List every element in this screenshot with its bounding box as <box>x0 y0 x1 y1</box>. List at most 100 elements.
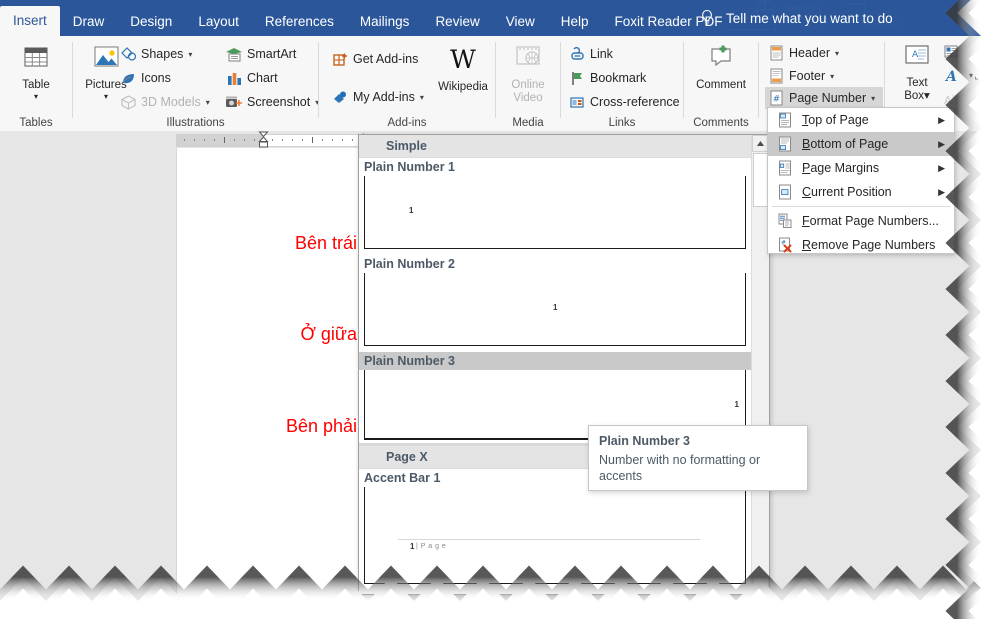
page-number-dropdown-menu: Top of Page ▶ Bottom of Page ▶ Page Marg… <box>767 107 955 254</box>
preview-page-number: 1 <box>409 206 413 215</box>
bookmark-button[interactable]: Bookmark <box>568 67 646 89</box>
tab-view[interactable]: View <box>493 8 548 36</box>
remove-page-numbers-icon: # <box>774 235 796 255</box>
chart-button[interactable]: Chart <box>225 67 278 89</box>
ribbon-tabs: Insert Draw Design Layout References Mai… <box>0 0 736 36</box>
get-addins-button[interactable]: Get Add-ins <box>331 48 418 70</box>
current-position-icon <box>774 182 796 202</box>
document-line-3: Bên phải <box>286 416 357 437</box>
tab-label: Insert <box>13 13 47 28</box>
lightbulb-icon <box>700 9 714 27</box>
my-addins-label: My Add-ins <box>353 90 415 104</box>
page-margins-icon <box>774 158 796 178</box>
tooltip-body: Number with no formatting or accents <box>599 452 797 484</box>
shapes-label: Shapes <box>141 47 183 61</box>
tab-draw[interactable]: Draw <box>60 8 118 36</box>
menu-item-label: Current Position <box>802 185 892 199</box>
gallery-item-tooltip: Plain Number 3 Number with no formatting… <box>588 425 808 491</box>
shapes-button[interactable]: Shapes ▾ <box>119 43 192 65</box>
3d-models-button[interactable]: 3D Models ▾ <box>119 91 210 113</box>
tell-me-search[interactable]: Tell me what you want to do <box>700 0 893 36</box>
tab-help[interactable]: Help <box>548 8 602 36</box>
group-label-links: Links <box>561 117 683 129</box>
text-box-label-line1: Text <box>906 77 927 89</box>
cross-reference-icon <box>568 94 586 110</box>
top-of-page-icon <box>774 110 796 130</box>
horizontal-ruler[interactable]: 1 <box>176 131 372 148</box>
indent-markers[interactable] <box>258 131 268 148</box>
page-number-button[interactable]: # Page Number ▾ <box>765 87 883 109</box>
menu-item-top-of-page[interactable]: Top of Page ▶ <box>768 108 954 132</box>
tab-label: Help <box>561 14 589 29</box>
signature-line-button[interactable] <box>973 40 995 62</box>
chevron-down-icon: ▾ <box>835 49 839 58</box>
menu-item-label: Bottom of Page <box>802 137 888 151</box>
comment-label: Comment <box>696 79 746 91</box>
chevron-right-icon: ▶ <box>938 139 945 150</box>
icons-button[interactable]: Icons <box>119 67 171 89</box>
scroll-down-icon[interactable] <box>752 577 769 594</box>
wordart-button[interactable]: A ▾ <box>942 64 973 86</box>
tab-layout[interactable]: Layout <box>185 8 252 36</box>
bottom-of-page-icon <box>774 134 796 154</box>
icons-label: Icons <box>141 71 171 85</box>
format-page-numbers-icon <box>774 211 796 231</box>
page-number-label: Page Number <box>789 91 866 105</box>
online-video-label-line2: Video <box>513 92 542 104</box>
my-addins-button[interactable]: My Add-ins ▾ <box>331 86 424 108</box>
tab-review[interactable]: Review <box>422 8 492 36</box>
wikipedia-button[interactable]: W Wikipedia <box>432 44 494 94</box>
header-label: Header <box>789 46 830 60</box>
comment-button[interactable]: Comment <box>692 44 750 92</box>
table-label: Table <box>22 79 50 91</box>
table-button[interactable]: Table ▾ <box>7 44 65 100</box>
menu-item-label: Top of Page <box>802 113 869 127</box>
tooltip-title: Plain Number 3 <box>599 434 797 448</box>
icons-icon <box>119 70 137 86</box>
document-page[interactable]: Bên trái Ở giữa Bên phải <box>176 148 374 619</box>
footer-button[interactable]: Footer ▾ <box>767 65 834 87</box>
text-box-icon: A <box>893 44 941 74</box>
menu-item-bottom-of-page[interactable]: Bottom of Page ▶ <box>768 132 954 156</box>
menu-item-current-position[interactable]: Current Position ▶ <box>768 180 954 204</box>
tab-mailings[interactable]: Mailings <box>347 8 423 36</box>
link-button[interactable]: Link <box>568 43 613 65</box>
ribbon-group-addins: Get Add-ins My Add-ins ▾ W Wikipedia Add… <box>319 36 495 131</box>
group-label-comments: Comments <box>684 117 758 129</box>
page-number-gallery: Simple Plain Number 1 1 Plain Number 2 1… <box>358 134 770 595</box>
gallery-item-label: Plain Number 1 <box>359 158 751 176</box>
tab-label: Layout <box>198 14 239 29</box>
menu-item-label: Format Page Numbers... <box>802 214 939 228</box>
gallery-items: Simple Plain Number 1 1 Plain Number 2 1… <box>359 135 751 594</box>
comment-icon <box>692 44 750 76</box>
quick-parts-button[interactable]: ▾ <box>942 40 973 62</box>
screenshot-icon <box>225 94 243 110</box>
link-icon <box>568 46 586 62</box>
smartart-button[interactable]: SmartArt <box>225 43 296 65</box>
online-video-button[interactable]: Online Video <box>499 44 557 105</box>
gallery-item-plain-number-1[interactable]: Plain Number 1 1 <box>359 158 751 249</box>
menu-item-format-page-numbers[interactable]: Format Page Numbers... <box>768 209 954 233</box>
menu-item-label: Page Margins <box>802 161 879 175</box>
cross-reference-button[interactable]: Cross-reference <box>568 91 680 113</box>
tab-references[interactable]: References <box>252 8 347 36</box>
gallery-category-simple: Simple <box>359 135 751 158</box>
chevron-down-icon: ▾ <box>830 72 834 81</box>
header-button[interactable]: Header ▾ <box>767 42 839 64</box>
tab-design[interactable]: Design <box>117 8 185 36</box>
screenshot-button[interactable]: Screenshot ▾ <box>225 91 319 113</box>
text-box-button[interactable]: A Text Box▾ <box>893 44 941 103</box>
screenshot-label: Screenshot <box>247 95 310 109</box>
tab-insert[interactable]: Insert <box>0 6 60 36</box>
chart-icon <box>225 70 243 86</box>
get-addins-icon <box>331 51 349 67</box>
cube-icon <box>119 94 137 110</box>
menu-item-page-margins[interactable]: Page Margins ▶ <box>768 156 954 180</box>
menu-item-remove-page-numbers[interactable]: # Remove Page Numbers <box>768 233 954 257</box>
gallery-item-plain-number-2[interactable]: Plain Number 2 1 <box>359 255 751 346</box>
menu-item-label: Remove Page Numbers <box>802 238 935 252</box>
my-addins-icon <box>331 89 349 105</box>
tab-label: References <box>265 14 334 29</box>
object-button[interactable]: ▾ <box>973 88 1004 110</box>
date-time-button[interactable] <box>973 64 995 86</box>
